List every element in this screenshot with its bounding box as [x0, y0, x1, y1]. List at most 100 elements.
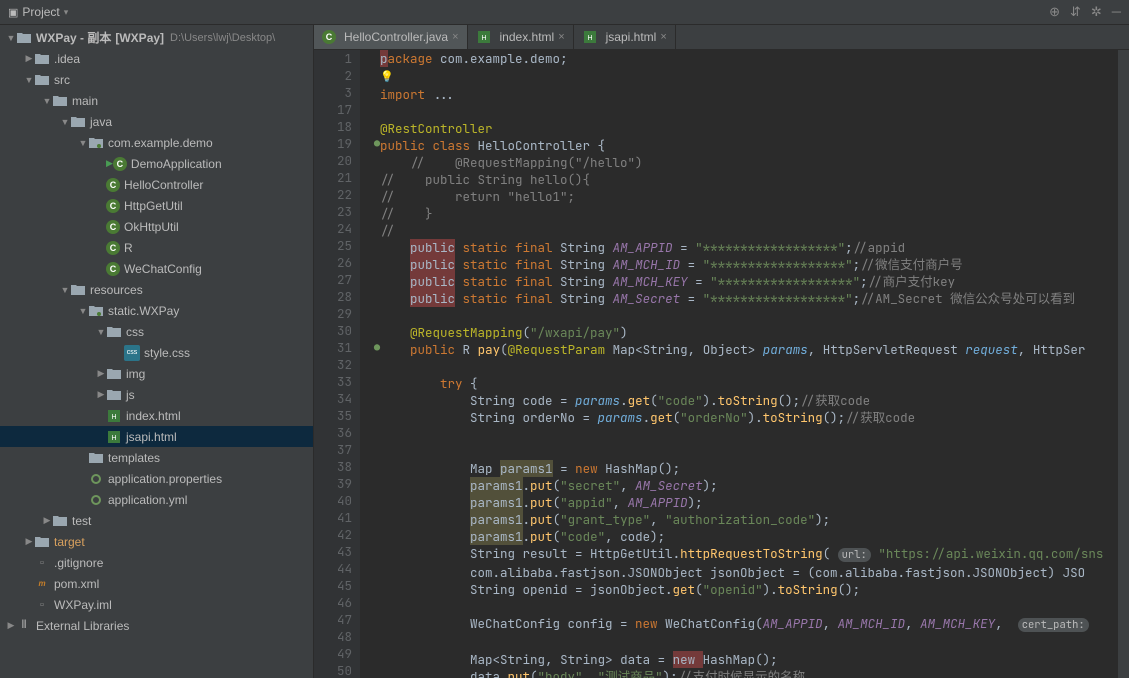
close-icon[interactable]: ×: [558, 31, 564, 43]
collapse-icon[interactable]: ⇵: [1070, 4, 1081, 20]
folder-icon: [34, 534, 50, 550]
c-icon: C: [106, 178, 120, 192]
line-number: 21: [326, 169, 352, 186]
line-number: 19: [326, 135, 352, 152]
chevron-down-icon[interactable]: ▼: [60, 117, 70, 127]
bulb-icon[interactable]: 💡: [380, 70, 394, 84]
line-number: 25: [326, 237, 352, 254]
tree-node-static-wxpay[interactable]: ▼ static.WXPay: [0, 300, 313, 321]
chevron-right-icon[interactable]: ▶: [96, 368, 106, 379]
c-icon: C: [106, 199, 120, 213]
tree-node-demoapplication[interactable]: ▶▶CDemoApplication: [0, 153, 313, 174]
folder-icon: [52, 513, 68, 529]
folder-icon: [106, 366, 122, 382]
gutter-class-icon[interactable]: ●: [374, 135, 380, 152]
tree-label: src: [54, 73, 70, 87]
line-number: 17: [326, 101, 352, 118]
line-number: 41: [326, 509, 352, 526]
chevron-down-icon[interactable]: ▼: [60, 285, 70, 295]
tree-label: .idea: [54, 52, 80, 66]
hide-icon[interactable]: ─: [1112, 4, 1121, 20]
chevron-down-icon[interactable]: ▼: [78, 138, 88, 148]
tree-node-wechatconfig[interactable]: ▶CWeChatConfig: [0, 258, 313, 279]
tree-node-application-properties[interactable]: ▶application.properties: [0, 468, 313, 489]
tree-node-jsapi-html[interactable]: ▶Hjsapi.html: [0, 426, 313, 447]
gutter-method-icon[interactable]: ●: [374, 339, 380, 356]
tree-node-js[interactable]: ▶js: [0, 384, 313, 405]
project-icon: ▣: [8, 6, 18, 19]
tab-hellocontroller-java[interactable]: CHelloController.java×: [314, 25, 468, 49]
project-tree[interactable]: ▼WXPay - 副本[WXPay]D:\Users\lwj\Desktop\▶…: [0, 25, 313, 678]
tree-node-test[interactable]: ▶test: [0, 510, 313, 531]
chevron-right-icon[interactable]: ▶: [24, 536, 34, 547]
tree-label: static.WXPay: [108, 304, 179, 318]
close-icon[interactable]: ×: [660, 31, 666, 43]
tree-node-okhttputil[interactable]: ▶COkHttpUtil: [0, 216, 313, 237]
line-number: 23: [326, 203, 352, 220]
tree-node-target[interactable]: ▶ target: [0, 531, 313, 552]
tree-node-httpgetutil[interactable]: ▶CHttpGetUtil: [0, 195, 313, 216]
chevron-right-icon[interactable]: ▶: [42, 515, 52, 526]
chevron-down-icon[interactable]: ▼: [6, 33, 16, 43]
line-number: 24: [326, 220, 352, 237]
tab-index-html[interactable]: Hindex.html×: [468, 25, 574, 49]
tree-node-resources[interactable]: ▼ resources: [0, 279, 313, 300]
tree-node-wxpay-iml[interactable]: ▶▫WXPay.iml: [0, 594, 313, 615]
tree-label: External Libraries: [36, 619, 129, 633]
c-icon: C: [322, 30, 336, 44]
tree-label: css: [126, 325, 144, 339]
tree-node-r[interactable]: ▶CR: [0, 237, 313, 258]
project-toolbar: ▣ Project ▾ ⊕ ⇵ ✲ ─: [0, 0, 1129, 25]
line-number: 44: [326, 560, 352, 577]
code-content[interactable]: package com.example.demo;💡import ... @Re…: [360, 50, 1117, 678]
chevron-right-icon[interactable]: ▶: [96, 389, 106, 400]
tree-node--idea[interactable]: ▶ .idea: [0, 48, 313, 69]
tree-node-application-yml[interactable]: ▶application.yml: [0, 489, 313, 510]
module-suffix: [WXPay]: [115, 31, 164, 45]
chevron-down-icon[interactable]: ▼: [78, 306, 88, 316]
tree-node-main[interactable]: ▼main: [0, 90, 313, 111]
tree-node-hellocontroller[interactable]: ▶CHelloController: [0, 174, 313, 195]
tree-node-external-libraries[interactable]: ▶⦀External Libraries: [0, 615, 313, 636]
tree-label: resources: [90, 283, 143, 297]
tree-node-index-html[interactable]: ▶Hindex.html: [0, 405, 313, 426]
tree-node-css[interactable]: ▼ css: [0, 321, 313, 342]
yml-icon: [88, 471, 104, 487]
tree-label: WeChatConfig: [124, 262, 202, 276]
tree-node-style-css[interactable]: ▶cssstyle.css: [0, 342, 313, 363]
line-number: 26: [326, 254, 352, 271]
tree-node-wxpay-[interactable]: ▼WXPay - 副本[WXPay]D:\Users\lwj\Desktop\: [0, 27, 313, 48]
chevron-right-icon[interactable]: ▶: [6, 620, 16, 631]
tree-node-img[interactable]: ▶img: [0, 363, 313, 384]
tab-jsapi-html[interactable]: Hjsapi.html×: [574, 25, 676, 49]
chevron-down-icon[interactable]: ▼: [24, 75, 34, 85]
tree-node-java[interactable]: ▼java: [0, 111, 313, 132]
line-number: 49: [326, 645, 352, 662]
tree-node-com-example-demo[interactable]: ▼com.example.demo: [0, 132, 313, 153]
line-number: 32: [326, 356, 352, 373]
tree-node-src[interactable]: ▼ src: [0, 69, 313, 90]
gear-icon[interactable]: ✲: [1091, 4, 1102, 20]
scrollbar[interactable]: [1117, 50, 1129, 678]
chevron-down-icon[interactable]: ▼: [96, 327, 106, 337]
chevron-right-icon[interactable]: ▶: [24, 53, 34, 64]
css-icon: css: [124, 345, 140, 361]
tree-label: index.html: [126, 409, 181, 423]
tree-label: target: [54, 535, 85, 549]
tree-node--gitignore[interactable]: ▶▫.gitignore: [0, 552, 313, 573]
line-number: 2: [326, 67, 352, 84]
target-icon[interactable]: ⊕: [1049, 4, 1060, 20]
xml-icon: m: [34, 576, 50, 592]
chevron-down-icon[interactable]: ▼: [42, 96, 52, 106]
line-number: 20: [326, 152, 352, 169]
line-number: 1: [326, 50, 352, 67]
chevron-down-icon[interactable]: ▾: [64, 7, 69, 18]
line-number: 48: [326, 628, 352, 645]
file-icon: ▫: [34, 555, 50, 571]
tree-node-templates[interactable]: ▶templates: [0, 447, 313, 468]
line-number: 29: [326, 305, 352, 322]
close-icon[interactable]: ×: [452, 31, 458, 43]
tree-node-pom-xml[interactable]: ▶mpom.xml: [0, 573, 313, 594]
line-number: 22: [326, 186, 352, 203]
html-icon: H: [582, 29, 598, 45]
